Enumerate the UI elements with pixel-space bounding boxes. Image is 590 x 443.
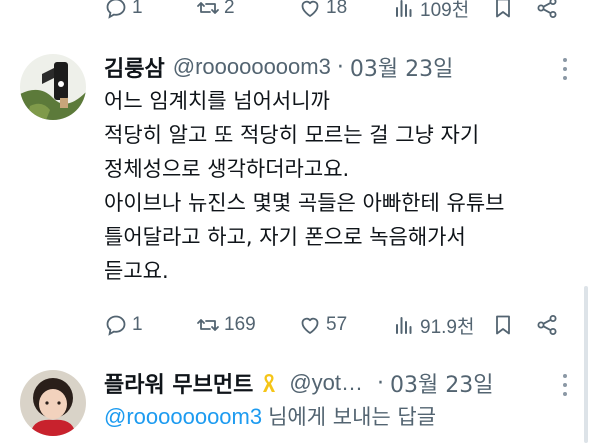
tweet-text-line: 적당히 알고 또 적당히 모르는 걸 그냥 자기 [104,123,480,147]
tweet-action-bar: 1 169 57 91.9천 [0,309,590,341]
author-name[interactable]: 김룽삼 [104,51,165,83]
share-icon [537,0,557,18]
tweet-text-line: 틀어달라고 하고, 자기 폰으로 녹음해가서 [104,225,466,249]
tweet-text-line: 어느 임계치를 넘어서니까 [104,89,330,113]
reply-to-label: 님에게 보내는 답글 [268,405,437,429]
retweet-button[interactable]: 2 [196,0,235,24]
tweet-text-line: 정체성으로 생각하더라고요. [104,157,350,181]
views-button[interactable]: 109천 [392,0,469,24]
views-button[interactable]: 91.9천 [392,309,474,341]
author-handle[interactable]: @roooooooom3 [173,54,331,80]
tweet-header: 플라워 무브먼트 @yot… · 03월 23일 [104,366,494,400]
share-icon [537,315,557,335]
tweet[interactable]: 플라워 무브먼트 @yot… · 03월 23일 @roooooooom3 님에게… [0,366,590,443]
scrollbar[interactable] [584,286,588,443]
reply-count: 1 [132,0,143,18]
reply-to-mention[interactable]: @roooooooom3 [104,404,262,429]
more-options-icon[interactable] [562,58,568,80]
tweet-text-line: 아이브나 뉴진스 몇몇 곡들은 아빠한테 유튜브 [104,191,505,215]
separator-dot: · [377,370,385,396]
reply-icon [106,315,126,336]
avatar[interactable] [20,370,86,436]
like-count: 18 [326,0,348,18]
retweet-count: 169 [224,314,256,335]
views-icon [396,0,412,17]
view-count: 91.9천 [420,316,475,338]
heart-icon [301,317,319,334]
tweet-date[interactable]: 03월 23일 [350,51,453,83]
retweet-count: 2 [224,0,235,18]
bookmark-button[interactable] [491,0,515,24]
tweet[interactable]: 김룽삼 @roooooooom3 · 03월 23일 어느 임계치를 넘어서니까… [0,50,590,350]
tweet-date[interactable]: 03월 23일 [390,367,493,399]
retweet-button[interactable]: 169 [196,309,256,341]
reply-icon [106,0,126,19]
bookmark-button[interactable] [491,309,515,341]
yellow-ribbon-icon [263,374,276,392]
more-options-icon[interactable] [562,374,568,396]
share-button[interactable] [535,309,559,341]
tweet-text-line: 듣고요. [104,259,169,283]
top-action-bar: 1 2 18 109천 [0,0,590,24]
retweet-icon [197,2,219,14]
separator-dot: · [336,54,344,80]
tweet-header: 김룽삼 @roooooooom3 · 03월 23일 [104,50,453,84]
avatar-image [20,54,86,120]
reply-button[interactable]: 1 [104,0,143,24]
like-button[interactable]: 18 [298,0,347,24]
author-handle[interactable]: @yot… [289,370,363,396]
view-count: 109천 [420,0,470,21]
like-count: 57 [326,314,348,335]
tweet-text: 어느 임계치를 넘어서니까 적당히 알고 또 적당히 모르는 걸 그냥 자기 정… [104,84,504,288]
reply-context: @roooooooom3 님에게 보내는 답글 [104,400,436,434]
bookmark-icon [496,0,510,18]
views-icon [396,317,412,334]
like-button[interactable]: 57 [298,309,347,341]
heart-icon [301,0,319,17]
avatar-image [20,370,86,436]
reply-count: 1 [132,314,143,335]
bookmark-icon [496,315,510,335]
author-name[interactable]: 플라워 무브먼트 [104,367,253,399]
retweet-icon [197,319,219,331]
avatar[interactable] [20,54,86,120]
reply-button[interactable]: 1 [104,309,143,341]
share-button[interactable] [535,0,559,24]
